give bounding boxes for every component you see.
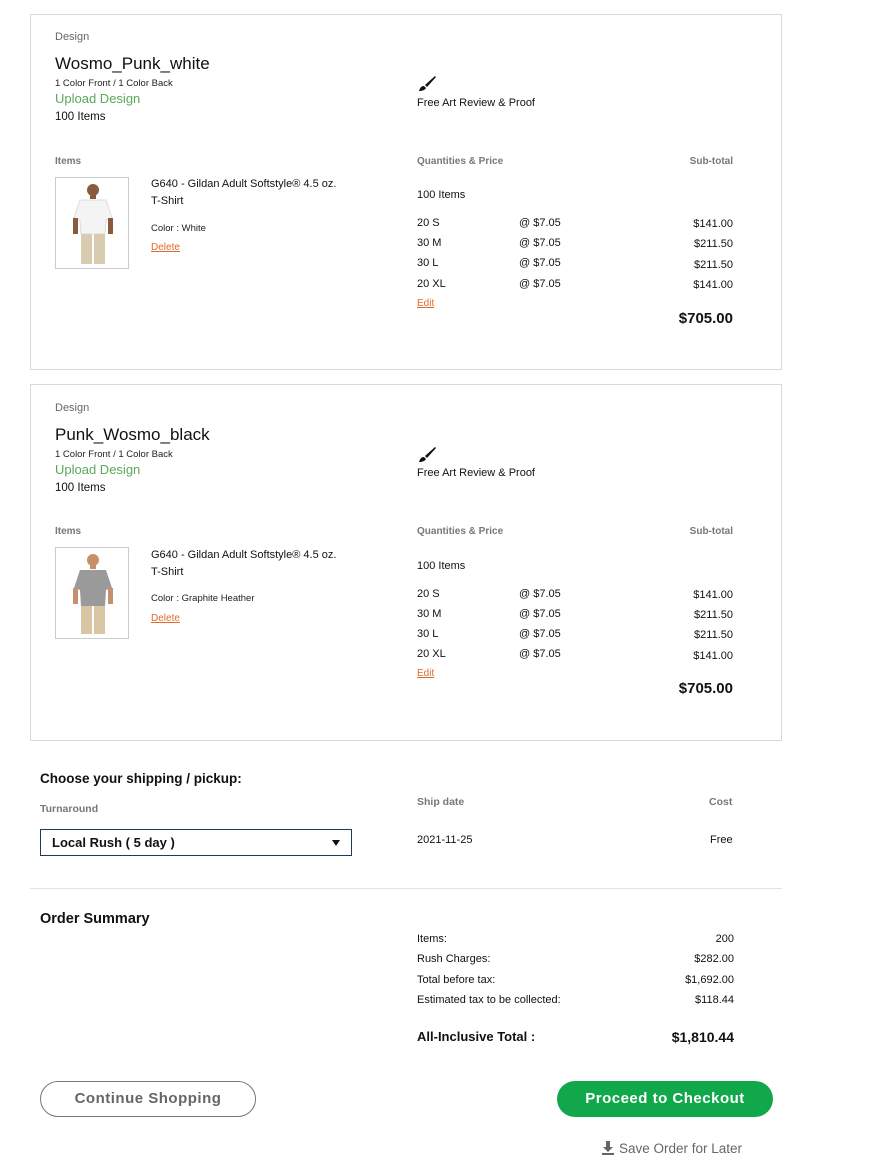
row-subtotal: $141.00 [693, 279, 733, 291]
unit-price: @ $7.05 [519, 608, 561, 620]
product-image [55, 177, 129, 269]
items-count: 100 Items [55, 482, 106, 494]
save-order-later-link[interactable]: Save Order for Later [602, 1141, 742, 1158]
quantities-price-header: Quantities & Price [417, 156, 504, 167]
colors-info: 1 Color Front / 1 Color Back [55, 449, 173, 460]
size-qty: 30 M [417, 608, 442, 620]
continue-shopping-button[interactable]: Continue Shopping [40, 1081, 256, 1117]
shipping-heading: Choose your shipping / pickup: [40, 771, 242, 786]
qty-total: 100 Items [417, 560, 466, 572]
size-qty: 20 S [417, 588, 440, 600]
turnaround-selected-value: Local Rush ( 5 day ) [52, 835, 175, 850]
row-subtotal: $211.50 [694, 259, 733, 271]
size-qty: 30 L [417, 628, 439, 640]
design-name: Punk_Wosmo_black [55, 425, 210, 444]
shipping-cost-value: Free [710, 834, 733, 846]
subtotal-header: Sub-total [689, 156, 733, 167]
qty-total: 100 Items [417, 189, 466, 201]
row-subtotal: $211.50 [694, 609, 733, 621]
paintbrush-icon [417, 75, 437, 98]
ship-date-value: 2021-11-25 [417, 834, 473, 846]
subtotal-header: Sub-total [689, 526, 733, 537]
order-summary-heading: Order Summary [40, 911, 150, 927]
unit-price: @ $7.05 [519, 217, 561, 229]
summary-tax-label: Estimated tax to be collected: [417, 994, 561, 1006]
design-label: Design [55, 402, 90, 414]
summary-items-value: 200 [715, 933, 734, 945]
card-total: $705.00 [678, 310, 733, 327]
unit-price: @ $7.05 [519, 278, 561, 290]
product-name: G640 - Gildan Adult Softstyle® 4.5 oz. T… [151, 178, 337, 207]
items-count: 100 Items [55, 111, 106, 123]
size-qty: 20 XL [417, 278, 446, 290]
turnaround-label: Turnaround [40, 803, 99, 815]
size-qty: 20 XL [417, 648, 446, 660]
upload-design-link[interactable]: Upload Design [55, 462, 140, 477]
design-card-2: Design Punk_Wosmo_black 1 Color Front / … [30, 384, 782, 741]
edit-link[interactable]: Edit [417, 298, 434, 309]
ship-date-label: Ship date [417, 796, 465, 808]
summary-before-tax-value: $1,692.00 [685, 974, 734, 986]
items-header: Items [55, 526, 82, 537]
design-label: Design [55, 31, 90, 43]
summary-items-label: Items: [417, 933, 447, 945]
art-review-text: Free Art Review & Proof [417, 467, 535, 479]
summary-rush-value: $282.00 [694, 953, 734, 965]
paintbrush-icon [417, 446, 437, 469]
art-review-text: Free Art Review & Proof [417, 97, 535, 109]
divider [30, 888, 782, 889]
size-qty: 30 L [417, 257, 439, 269]
row-subtotal: $211.50 [694, 238, 733, 250]
card-total: $705.00 [678, 680, 733, 697]
turnaround-select[interactable]: Local Rush ( 5 day ) [40, 829, 352, 856]
summary-before-tax-label: Total before tax: [417, 974, 496, 986]
proceed-to-checkout-button[interactable]: Proceed to Checkout [557, 1081, 773, 1117]
delete-link[interactable]: Delete [151, 242, 180, 253]
unit-price: @ $7.05 [519, 648, 561, 660]
summary-rush-label: Rush Charges: [417, 953, 491, 965]
row-subtotal: $141.00 [693, 218, 733, 230]
edit-link[interactable]: Edit [417, 668, 434, 679]
chevron-down-icon [332, 840, 340, 846]
design-name: Wosmo_Punk_white [55, 54, 210, 73]
save-order-later-label: Save Order for Later [619, 1141, 743, 1156]
product-name: G640 - Gildan Adult Softstyle® 4.5 oz. T… [151, 549, 337, 578]
size-qty: 30 M [417, 237, 442, 249]
row-subtotal: $141.00 [693, 589, 733, 601]
grand-total-label: All-Inclusive Total : [417, 1029, 536, 1044]
row-subtotal: $211.50 [694, 629, 733, 641]
upload-design-link[interactable]: Upload Design [55, 91, 140, 106]
product-color: Color : Graphite Heather [151, 593, 255, 604]
unit-price: @ $7.05 [519, 257, 561, 269]
design-card-1: Design Wosmo_Punk_white 1 Color Front / … [30, 14, 782, 370]
delete-link[interactable]: Delete [151, 613, 180, 624]
product-image [55, 547, 129, 639]
items-header: Items [55, 156, 82, 167]
product-color: Color : White [151, 223, 206, 234]
unit-price: @ $7.05 [519, 628, 561, 640]
unit-price: @ $7.05 [519, 237, 561, 249]
download-icon [602, 1141, 614, 1158]
cost-label: Cost [709, 796, 733, 808]
size-qty: 20 S [417, 217, 440, 229]
unit-price: @ $7.05 [519, 588, 561, 600]
summary-tax-value: $118.44 [695, 994, 734, 1006]
quantities-price-header: Quantities & Price [417, 526, 504, 537]
colors-info: 1 Color Front / 1 Color Back [55, 78, 173, 89]
grand-total-value: $1,810.44 [671, 1029, 734, 1045]
row-subtotal: $141.00 [693, 650, 733, 662]
